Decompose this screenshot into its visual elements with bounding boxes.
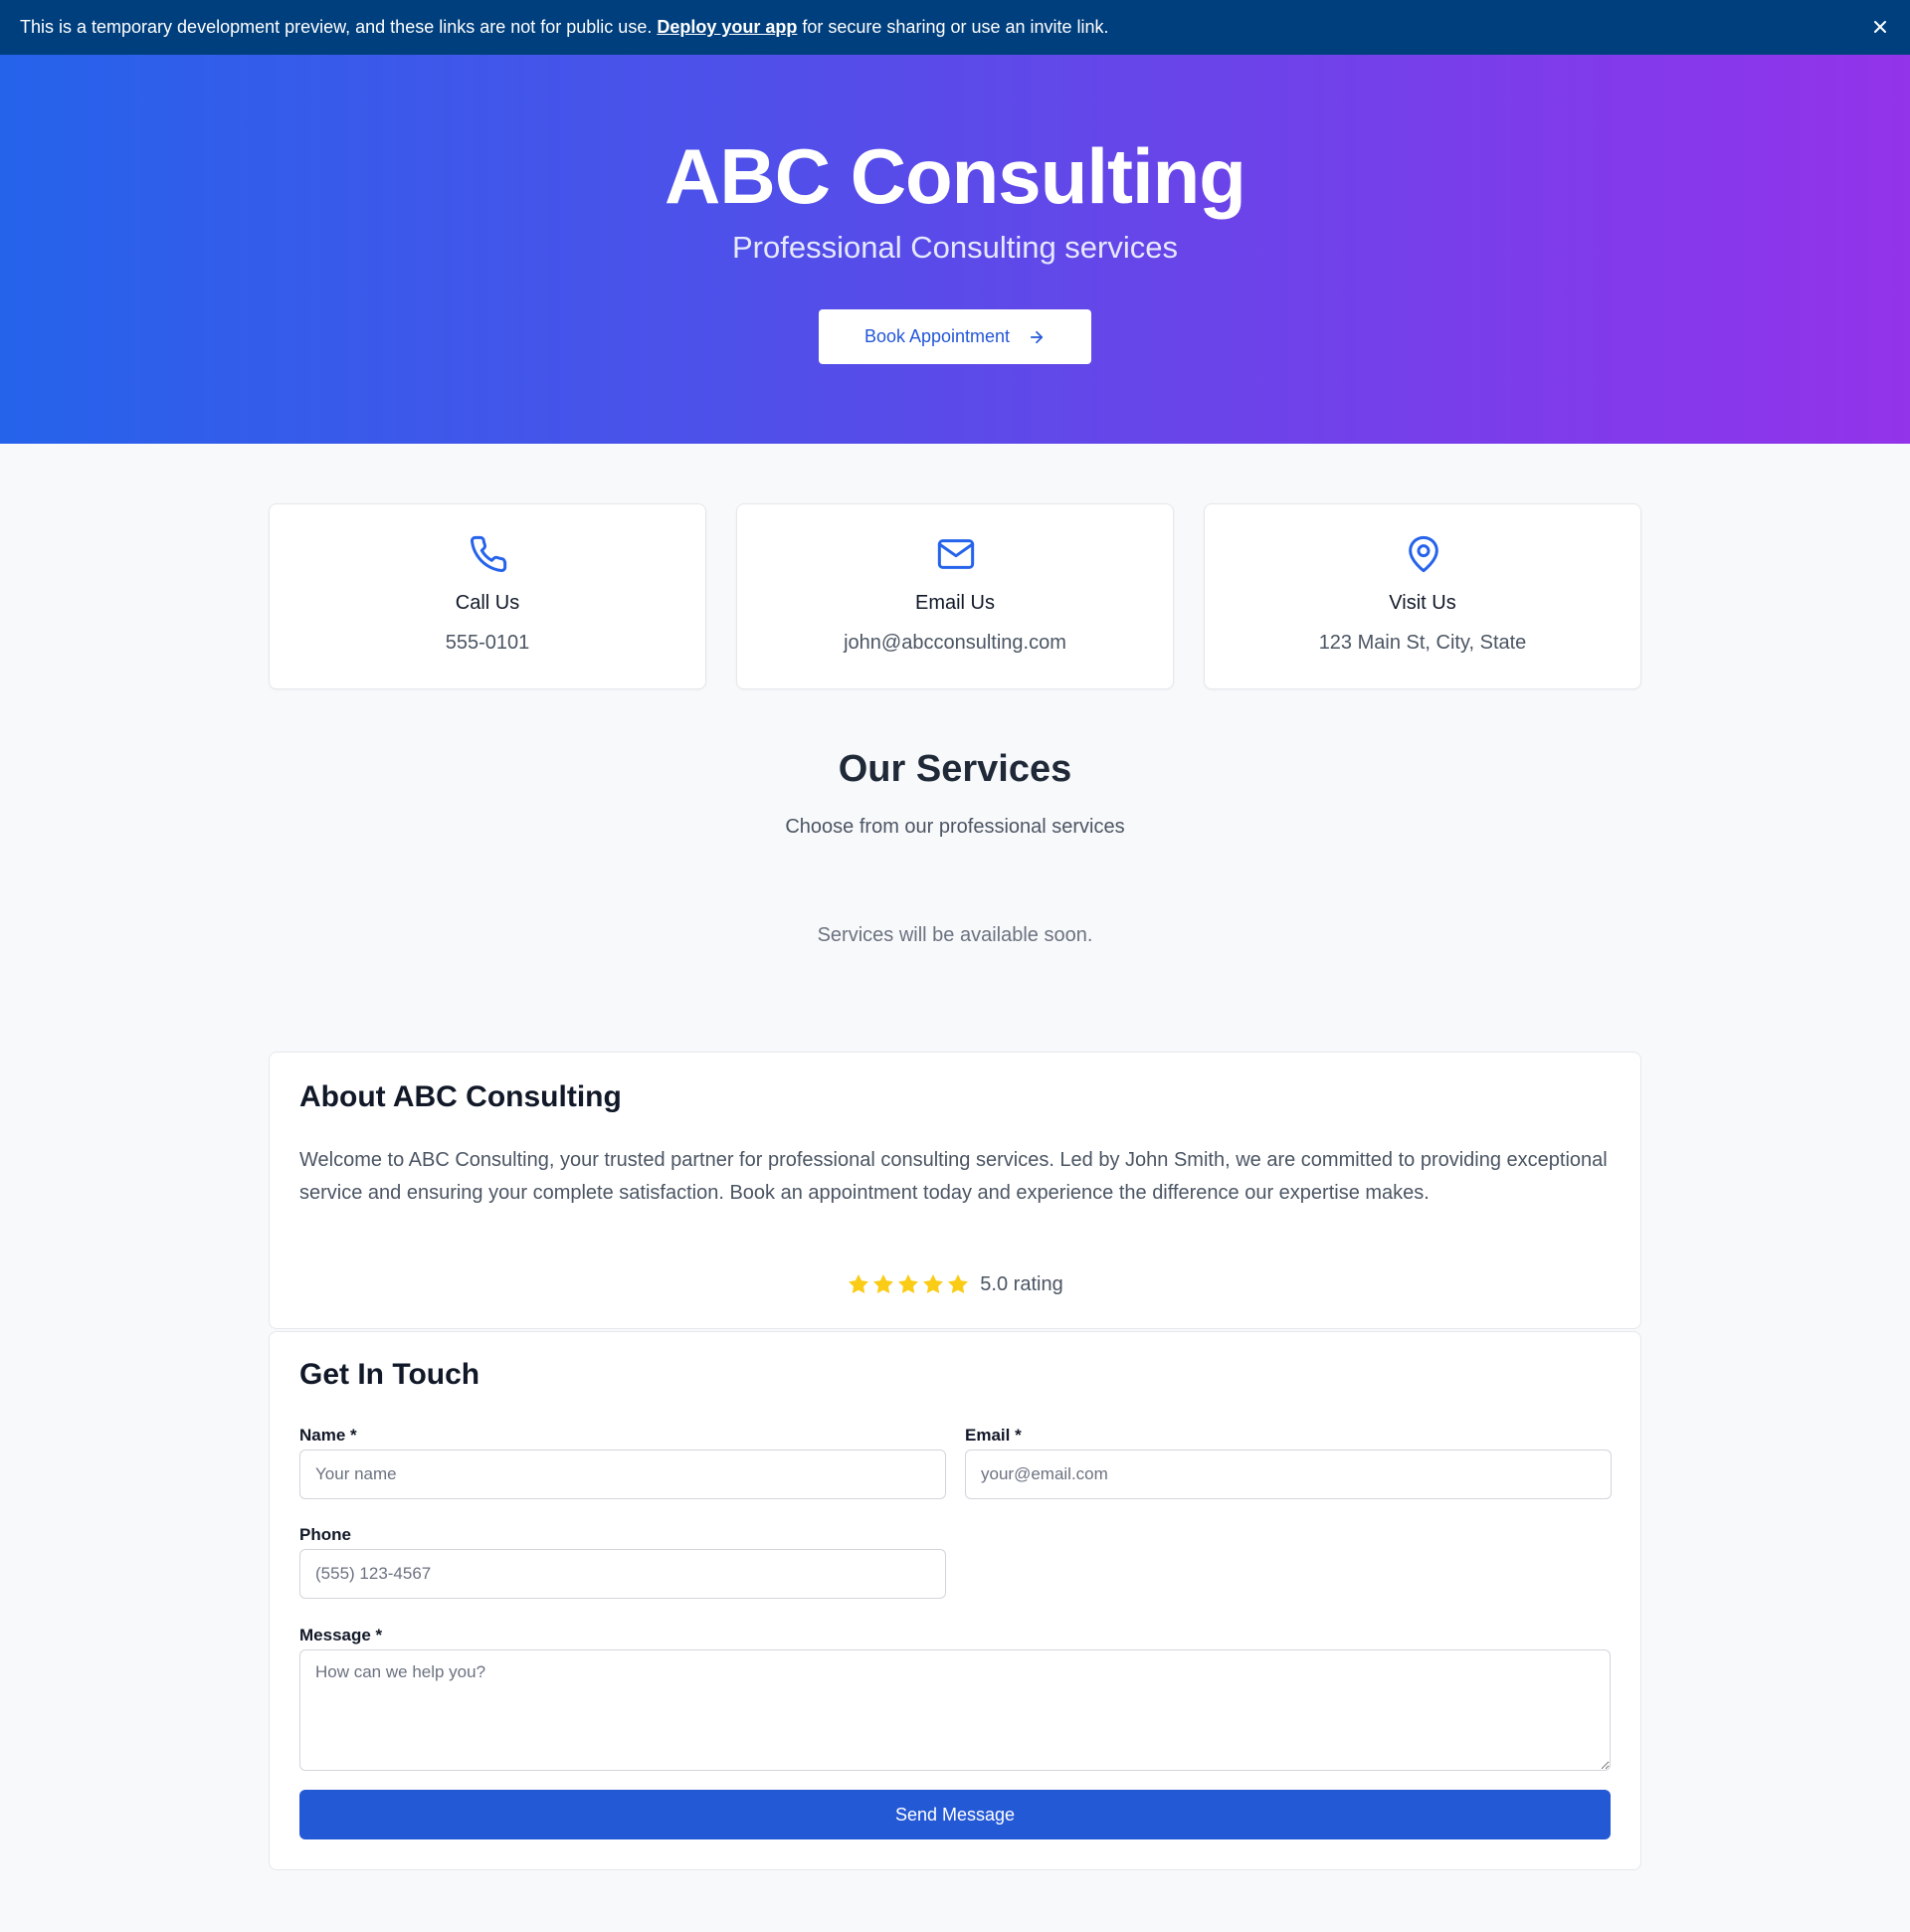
name-label: Name * xyxy=(299,1426,357,1445)
deploy-app-link[interactable]: Deploy your app xyxy=(657,17,797,37)
arrow-right-icon xyxy=(1030,330,1044,343)
hero-section: ABC Consulting Professional Consulting s… xyxy=(0,55,1910,444)
email-us-card: Email Us john@abcconsulting.com xyxy=(736,503,1174,689)
dev-preview-banner: This is a temporary development preview,… xyxy=(0,0,1910,55)
star-icon xyxy=(948,1274,969,1293)
services-subtitle: Choose from our professional services xyxy=(785,816,1125,838)
street-address: 123 Main St, City, State xyxy=(1318,632,1527,654)
about-body: Welcome to ABC Consulting, your trusted … xyxy=(299,1149,1608,1204)
email-field[interactable] xyxy=(965,1449,1612,1499)
card-title: Email Us xyxy=(914,592,995,614)
message-field[interactable] xyxy=(299,1649,1611,1771)
banner-message: This is a temporary development preview,… xyxy=(20,17,1890,38)
star-icon xyxy=(898,1274,919,1293)
card-title: Visit Us xyxy=(1389,592,1456,614)
business-name: ABC Consulting xyxy=(665,132,1246,220)
email-label: Email * xyxy=(965,1426,1022,1445)
book-appointment-label: Book Appointment xyxy=(863,326,1011,346)
phone-number: 555-0101 xyxy=(445,632,530,654)
about-title: About ABC Consulting xyxy=(299,1080,622,1113)
map-pin-icon xyxy=(1409,535,1438,573)
about-panel: About ABC Consulting Welcome to ABC Cons… xyxy=(269,1052,1641,1329)
phone-label: Phone xyxy=(299,1525,351,1544)
star-rating xyxy=(847,1272,970,1296)
call-us-card: Call Us 555-0101 xyxy=(269,503,706,689)
email-address: john@abcconsulting.com xyxy=(844,632,1066,654)
star-icon xyxy=(873,1274,894,1293)
rating-text: 5.0 rating xyxy=(980,1272,1063,1295)
star-icon xyxy=(923,1274,944,1293)
visit-us-card: Visit Us 123 Main St, City, State xyxy=(1204,503,1641,689)
card-title: Call Us xyxy=(455,592,520,614)
phone-icon xyxy=(471,535,507,572)
phone-field[interactable] xyxy=(299,1549,946,1599)
rating: 5.0 rating xyxy=(270,1272,1640,1296)
services-title: Our Services xyxy=(838,748,1072,790)
mail-icon xyxy=(937,539,975,569)
banner-text-after: for secure sharing or use an invite link… xyxy=(802,17,1109,37)
services-empty-state: Services will be available soon. xyxy=(817,924,1093,946)
contact-form-panel: Get In Touch Name * Email * Phone Messag… xyxy=(269,1331,1641,1870)
hero-tagline: Professional Consulting services xyxy=(732,230,1178,265)
name-field[interactable] xyxy=(299,1449,946,1499)
star-icon xyxy=(849,1274,869,1293)
send-message-button[interactable]: Send Message xyxy=(299,1790,1611,1839)
contact-form-title: Get In Touch xyxy=(299,1358,480,1391)
message-label: Message * xyxy=(299,1626,383,1644)
book-appointment-button[interactable]: Book Appointment xyxy=(819,309,1091,364)
close-icon[interactable] xyxy=(1868,15,1892,39)
banner-text-before: This is a temporary development preview,… xyxy=(20,17,653,37)
